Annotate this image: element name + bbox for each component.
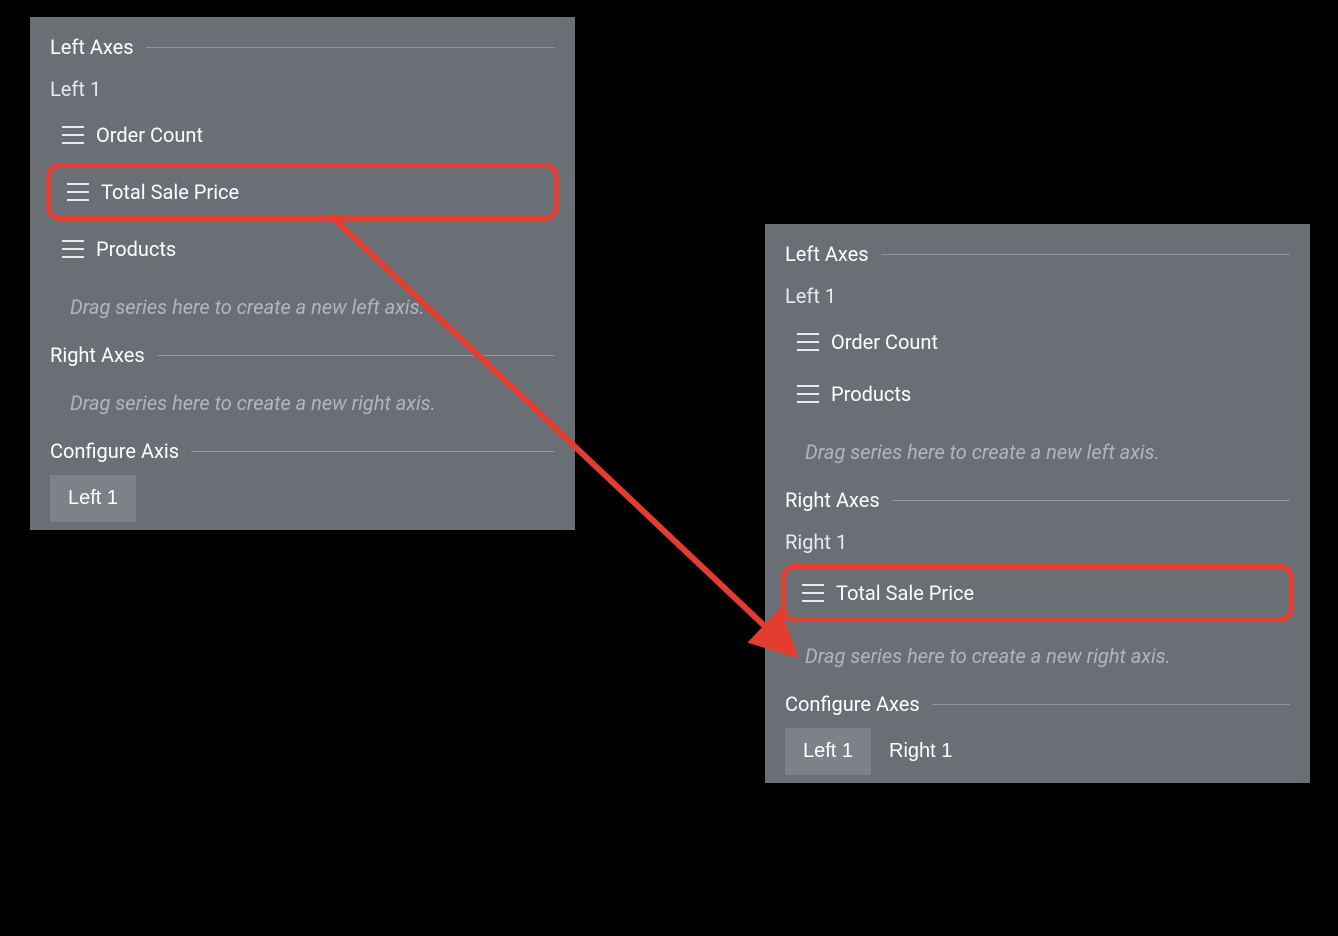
axes-config-panel-before: Left Axes Left 1 Order Count Total Sale … — [30, 17, 575, 530]
series-item-products[interactable]: Products — [46, 225, 559, 273]
drag-handle-icon[interactable] — [802, 584, 824, 602]
left-axes-header: Left Axes — [30, 35, 575, 65]
series-item-total-sale-price[interactable]: Total Sale Price — [781, 564, 1294, 622]
series-label: Order Count — [831, 330, 938, 354]
drag-handle-icon[interactable] — [797, 333, 819, 351]
divider — [881, 254, 1290, 255]
divider — [932, 704, 1290, 705]
configure-axis-header-label: Configure Axis — [50, 439, 179, 463]
drag-handle-icon[interactable] — [62, 126, 84, 144]
tab-right1[interactable]: Right 1 — [871, 728, 970, 775]
series-label: Order Count — [96, 123, 203, 147]
drag-handle-icon[interactable] — [62, 240, 84, 258]
divider — [157, 355, 555, 356]
series-item-order-count[interactable]: Order Count — [46, 111, 559, 159]
left-axes-header-label: Left Axes — [50, 35, 134, 59]
tab-left1[interactable]: Left 1 — [50, 475, 136, 522]
left1-axis-label: Left 1 — [765, 272, 1310, 314]
configure-tabs: Left 1 Right 1 — [765, 722, 1310, 775]
configure-tabs: Left 1 — [30, 469, 575, 522]
series-item-products[interactable]: Products — [781, 370, 1294, 418]
left-axes-header-label: Left Axes — [785, 242, 869, 266]
configure-axis-header: Configure Axis — [30, 439, 575, 469]
right1-axis-label: Right 1 — [765, 518, 1310, 560]
right-axis-drop-hint[interactable]: Drag series here to create a new right a… — [765, 626, 1310, 692]
right-axis-drop-hint[interactable]: Drag series here to create a new right a… — [30, 373, 575, 439]
series-label: Products — [831, 382, 911, 406]
series-label: Total Sale Price — [836, 581, 974, 605]
tab-left1[interactable]: Left 1 — [785, 728, 871, 775]
left-axis-drop-hint[interactable]: Drag series here to create a new left ax… — [30, 277, 575, 343]
series-item-total-sale-price[interactable]: Total Sale Price — [46, 163, 559, 221]
series-label: Total Sale Price — [101, 180, 239, 204]
configure-axes-header: Configure Axes — [765, 692, 1310, 722]
divider — [892, 500, 1290, 501]
divider — [191, 451, 555, 452]
right-axes-header: Right Axes — [30, 343, 575, 373]
divider — [146, 47, 555, 48]
axes-config-panel-after: Left Axes Left 1 Order Count Products Dr… — [765, 224, 1310, 783]
left1-axis-label: Left 1 — [30, 65, 575, 107]
drag-handle-icon[interactable] — [67, 183, 89, 201]
series-item-order-count[interactable]: Order Count — [781, 318, 1294, 366]
configure-axes-header-label: Configure Axes — [785, 692, 920, 716]
left-axes-header: Left Axes — [765, 242, 1310, 272]
right-axes-header: Right Axes — [765, 488, 1310, 518]
left-axis-drop-hint[interactable]: Drag series here to create a new left ax… — [765, 422, 1310, 488]
drag-handle-icon[interactable] — [797, 385, 819, 403]
right-axes-header-label: Right Axes — [50, 343, 145, 367]
series-label: Products — [96, 237, 176, 261]
right-axes-header-label: Right Axes — [785, 488, 880, 512]
